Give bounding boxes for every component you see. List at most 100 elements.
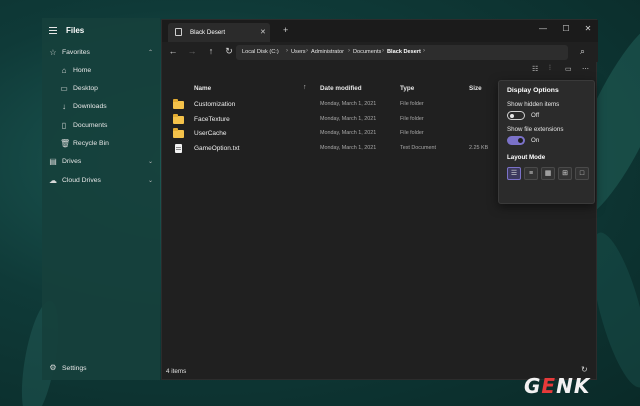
folder-icon: [173, 128, 184, 138]
chevron-down-icon[interactable]: ⌄: [148, 177, 153, 184]
file-name: FaceTexture: [194, 116, 230, 123]
folder-icon: [173, 114, 184, 124]
text-file-icon: [175, 144, 182, 153]
folder-icon: [173, 99, 184, 109]
sidebar-item-favorites[interactable]: ☆ Favorites ⌃: [42, 44, 160, 61]
toolbar: ☷ ⫶ ▭ ⋯: [162, 62, 598, 78]
more-options-icon[interactable]: ⋯: [582, 65, 589, 73]
refresh-button[interactable]: ↻: [223, 46, 235, 57]
column-header-size[interactable]: Size: [469, 85, 482, 92]
star-icon: ☆: [49, 47, 57, 57]
sort-ascending-icon: ↑: [303, 84, 307, 91]
file-extensions-state: On: [531, 137, 540, 144]
breadcrumb-item[interactable]: Users: [291, 49, 306, 55]
hamburger-menu-icon[interactable]: [49, 27, 57, 34]
sort-icon[interactable]: ⫶: [549, 65, 551, 73]
sidebar-item-label: Downloads: [73, 103, 107, 110]
close-window-button[interactable]: ✕: [582, 24, 594, 33]
layout-tiles-button[interactable]: ≡: [524, 167, 538, 180]
layout-grid-medium-button[interactable]: ⊞: [558, 167, 572, 180]
gear-icon: ⚙: [49, 363, 57, 372]
layout-grid-large-button[interactable]: □: [575, 167, 589, 180]
tab-label: Black Desert: [190, 29, 226, 36]
breadcrumb-item[interactable]: Black Desert: [387, 49, 421, 55]
file-size: 2.25 KB: [469, 145, 489, 151]
table-row[interactable]: Customization Monday, March 1, 2021 File…: [162, 98, 502, 113]
breadcrumb-item[interactable]: Local Disk (C:): [242, 49, 279, 55]
settings-label: Settings: [62, 364, 87, 372]
file-date: Monday, March 1, 2021: [320, 145, 377, 151]
sidebar-item-downloads[interactable]: ↓ Downloads: [42, 98, 160, 115]
cloud-icon: ☁: [49, 175, 57, 185]
file-explorer-window: Black Desert ✕ + — ☐ ✕ ← → ↑ ↻ Local Dis…: [161, 19, 598, 380]
sidebar-item-cloud-drives[interactable]: ☁ Cloud Drives ⌄: [42, 172, 160, 189]
document-icon: ▯: [61, 120, 67, 130]
up-button[interactable]: ↑: [205, 46, 217, 56]
preview-pane-icon[interactable]: ▭: [565, 65, 572, 73]
desktop-icon: ▭: [60, 83, 68, 93]
drive-icon: ▤: [49, 156, 57, 166]
sidebar-item-label: Favorites: [62, 49, 90, 56]
display-options-title: Display Options: [507, 87, 559, 94]
sidebar-item-label: Home: [73, 67, 92, 74]
sidebar-item-label: Documents: [73, 122, 108, 129]
table-row[interactable]: FaceTexture Monday, March 1, 2021 File f…: [162, 113, 502, 128]
file-type: Text Document: [400, 145, 436, 151]
title-bar: Black Desert ✕ + — ☐ ✕: [162, 20, 598, 42]
breadcrumb-item[interactable]: Documents: [353, 49, 381, 55]
file-date: Monday, March 1, 2021: [320, 101, 377, 107]
status-item-count: 4 items: [166, 368, 187, 375]
minimize-button[interactable]: —: [537, 24, 549, 33]
new-tab-button[interactable]: +: [283, 25, 288, 35]
layout-grid-small-button[interactable]: ▦: [541, 167, 555, 180]
file-extensions-label: Show file extensions: [507, 126, 564, 133]
search-button[interactable]: ⌕: [580, 46, 585, 57]
chevron-right-icon: ›: [306, 48, 308, 54]
file-name: Customization: [194, 101, 236, 108]
home-icon: ⌂: [61, 65, 67, 75]
sidebar-header: Files: [42, 18, 160, 44]
sidebar-item-label: Drives: [62, 158, 82, 165]
file-date: Monday, March 1, 2021: [320, 130, 377, 136]
chevron-right-icon: ›: [382, 48, 384, 54]
sidebar-item-label: Cloud Drives: [62, 177, 101, 184]
layout-details-button[interactable]: ☰: [507, 167, 521, 180]
address-bar[interactable]: Local Disk (C:) › Users › Administrator …: [236, 45, 568, 60]
sync-icon[interactable]: ↻: [581, 365, 588, 374]
hidden-items-label: Show hidden items: [507, 101, 560, 108]
close-tab-icon[interactable]: ✕: [260, 28, 266, 36]
chevron-up-icon[interactable]: ⌃: [148, 49, 153, 56]
file-extensions-toggle[interactable]: [507, 136, 525, 145]
sidebar-item-label: Desktop: [73, 85, 98, 92]
chevron-right-icon: ›: [423, 48, 425, 54]
sidebar-item-home[interactable]: ⌂ Home: [42, 62, 160, 79]
hidden-items-state: Off: [531, 112, 540, 119]
breadcrumb-item[interactable]: Administrator: [311, 49, 344, 55]
hidden-items-toggle[interactable]: [507, 111, 525, 120]
settings-button[interactable]: ⚙ Settings: [42, 360, 160, 376]
chevron-right-icon: ›: [348, 48, 350, 54]
selection-icon[interactable]: ☷: [532, 65, 538, 73]
file-name: UserCache: [194, 130, 227, 137]
column-header-date[interactable]: Date modified: [320, 85, 362, 92]
tab-folder-icon: [175, 28, 182, 36]
navigation-bar: ← → ↑ ↻ Local Disk (C:) › Users › Admini…: [162, 42, 598, 62]
column-header-type[interactable]: Type: [400, 85, 414, 92]
table-row[interactable]: GameOption.txt Monday, March 1, 2021 Tex…: [162, 142, 502, 157]
chevron-down-icon[interactable]: ⌄: [148, 158, 153, 165]
sidebar-item-recycle-bin[interactable]: 🗑 Recycle Bin: [42, 135, 160, 152]
table-row[interactable]: UserCache Monday, March 1, 2021 File fol…: [162, 127, 502, 142]
sidebar-item-documents[interactable]: ▯ Documents: [42, 117, 160, 134]
download-icon: ↓: [62, 101, 66, 111]
back-button[interactable]: ←: [167, 46, 179, 56]
app-title: Files: [66, 26, 85, 35]
forward-button[interactable]: →: [186, 46, 198, 56]
sidebar-item-drives[interactable]: ▤ Drives ⌄: [42, 153, 160, 170]
display-options-flyout: Display Options Show hidden items Off Sh…: [498, 80, 595, 204]
tab-black-desert[interactable]: Black Desert ✕: [168, 23, 270, 42]
sidebar-item-desktop[interactable]: ▭ Desktop: [42, 80, 160, 97]
maximize-button[interactable]: ☐: [560, 24, 572, 33]
file-type: File folder: [400, 116, 424, 122]
column-header-name[interactable]: Name: [194, 85, 211, 92]
file-type: File folder: [400, 101, 424, 107]
